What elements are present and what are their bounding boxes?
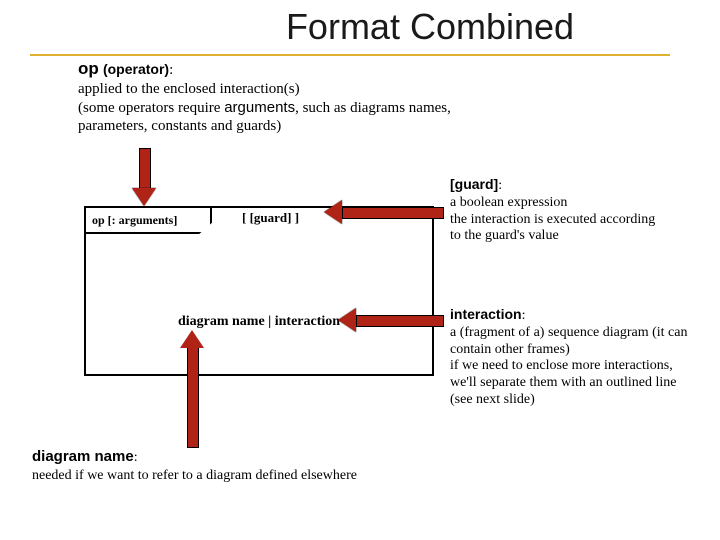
op-line3: parameters, constants and guards) bbox=[78, 118, 281, 134]
slide: Format Combined op (operator): applied t… bbox=[0, 0, 720, 540]
interaction-note-hdr: interaction bbox=[450, 306, 522, 322]
op-sublabel: (operator) bbox=[103, 61, 169, 77]
diagram-name-note-l1: needed if we want to refer to a diagram … bbox=[32, 468, 357, 483]
title-underline bbox=[30, 54, 670, 56]
guard-note-l2: the interaction is executed according bbox=[450, 212, 655, 227]
guard-note-l1: a boolean expression bbox=[450, 195, 567, 210]
interaction-note-l1: a (fragment of a) sequence diagram (it c… bbox=[450, 325, 688, 340]
page-title: Format Combined bbox=[0, 6, 720, 48]
op-description: op (operator): applied to the enclosed i… bbox=[78, 58, 548, 136]
guard-placeholder: [ [guard] ] bbox=[242, 210, 299, 226]
op-label: op bbox=[78, 59, 99, 78]
diagram-name-note-hdr: diagram name bbox=[32, 448, 134, 465]
pentagon-text: op [: arguments] bbox=[92, 213, 177, 228]
guard-note-hdr: [guard] bbox=[450, 176, 498, 192]
guard-note-l3: to the guard's value bbox=[450, 228, 559, 243]
op-line1: applied to the enclosed interaction(s) bbox=[78, 81, 300, 97]
fragment-title-tab: op [: arguments] bbox=[84, 206, 212, 234]
op-line2c: , such as diagrams names, bbox=[295, 100, 451, 116]
diagram-name-note: diagram name: needed if we want to refer… bbox=[32, 448, 432, 484]
interaction-note-l5: (see next slide) bbox=[450, 392, 535, 407]
guard-note: [guard]: a boolean expression the intera… bbox=[450, 176, 710, 245]
interaction-note: interaction: a (fragment of a) sequence … bbox=[450, 306, 720, 409]
op-line2b: arguments bbox=[224, 99, 295, 116]
interaction-note-l2: contain other frames) bbox=[450, 342, 570, 357]
interaction-note-l3: if we need to enclose more interactions, bbox=[450, 358, 673, 373]
op-line2a: (some operators require bbox=[78, 100, 224, 116]
interaction-note-l4: we'll separate them with an outlined lin… bbox=[450, 375, 676, 390]
combined-fragment-frame: op [: arguments] [ [guard] ] diagram nam… bbox=[84, 206, 434, 376]
